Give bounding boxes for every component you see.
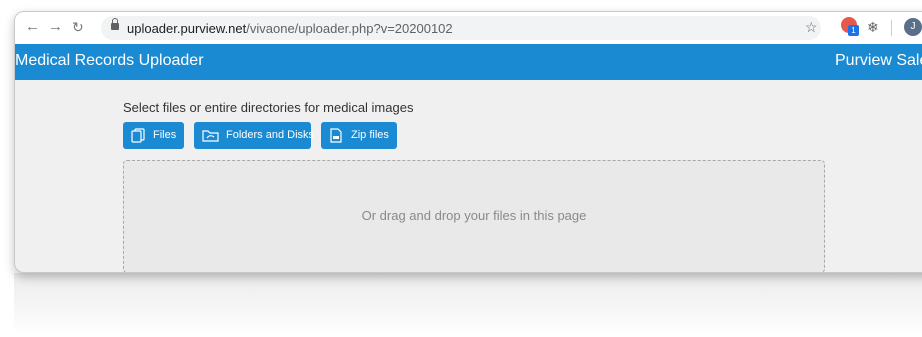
profile-avatar[interactable]: J bbox=[904, 18, 922, 36]
drop-zone-text: Or drag and drop your files in this page bbox=[361, 208, 587, 223]
folders-and-disks-button[interactable]: Folders and Disks bbox=[194, 122, 315, 149]
lock-icon bbox=[111, 18, 119, 30]
zip-file-icon bbox=[330, 128, 342, 143]
zip-files-button[interactable]: Zip files bbox=[321, 122, 397, 149]
browser-window: ← → ↻ uploader.purview.net/vivaone/uploa… bbox=[14, 11, 922, 273]
drop-zone[interactable]: Or drag and drop your files in this page bbox=[123, 160, 825, 272]
back-icon[interactable]: ← bbox=[25, 19, 40, 35]
bookmark-star-icon[interactable]: ☆ bbox=[805, 19, 818, 35]
url-host: uploader.purview.net bbox=[127, 21, 247, 36]
folder-icon bbox=[202, 130, 219, 142]
reload-icon[interactable]: ↻ bbox=[72, 19, 84, 35]
window-reflection bbox=[14, 273, 922, 337]
url-text: uploader.purview.net/vivaone/uploader.ph… bbox=[127, 21, 453, 36]
browser-toolbar: ← → ↻ uploader.purview.net/vivaone/uploa… bbox=[15, 12, 922, 45]
url-path: /vivaone/uploader.php?v=20200102 bbox=[246, 21, 453, 36]
files-button[interactable]: Files bbox=[123, 122, 184, 149]
extension-icon[interactable]: 1 bbox=[841, 17, 859, 36]
extension-badge-count: 1 bbox=[848, 25, 859, 36]
app-title: Medical Records Uploader bbox=[15, 52, 204, 69]
app-header: Medical Records Uploader Purview Sales bbox=[15, 44, 922, 80]
header-account-link[interactable]: Purview Sales bbox=[835, 52, 922, 70]
address-bar[interactable]: uploader.purview.net/vivaone/uploader.ph… bbox=[101, 16, 821, 40]
files-button-label: Files bbox=[153, 129, 177, 141]
forward-icon[interactable]: → bbox=[48, 19, 63, 35]
zip-button-label: Zip files bbox=[351, 129, 389, 141]
upload-prompt: Select files or entire directories for m… bbox=[123, 100, 414, 115]
snowflake-extension-icon[interactable]: ❄ bbox=[867, 19, 879, 35]
toolbar-divider bbox=[891, 20, 892, 36]
folders-button-label: Folders and Disks bbox=[226, 129, 315, 141]
files-icon bbox=[131, 128, 145, 143]
